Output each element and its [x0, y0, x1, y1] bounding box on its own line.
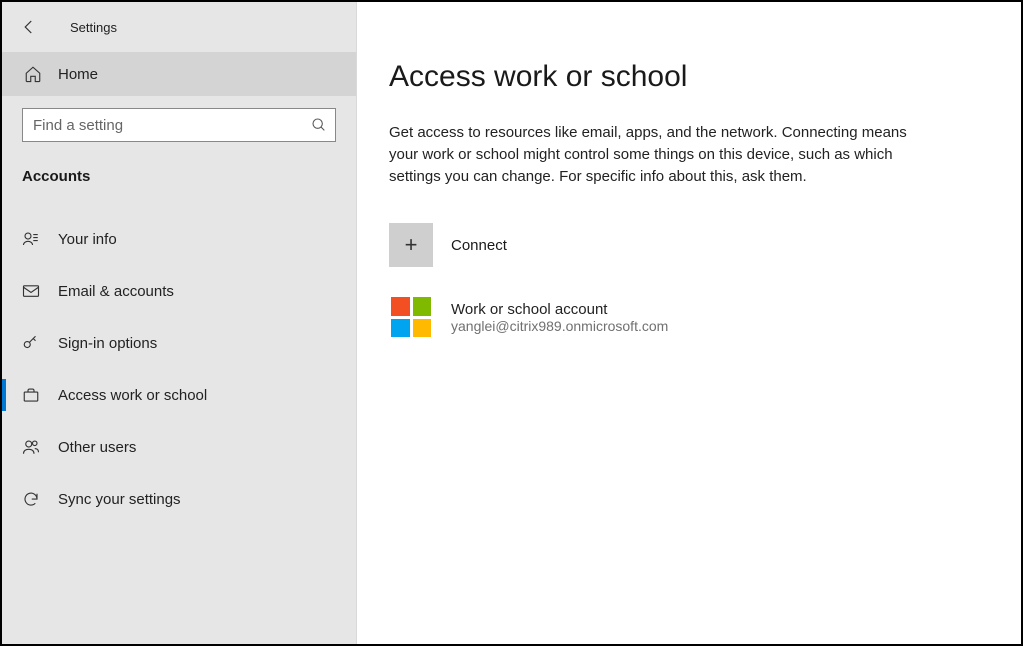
sidebar: Settings Home Accounts Your info Email &… — [2, 2, 357, 644]
sidebar-item-sign-in-options[interactable]: Sign-in options — [2, 319, 356, 367]
category-label: Accounts — [2, 150, 356, 195]
users-icon — [22, 438, 58, 456]
search-box[interactable] — [22, 108, 336, 142]
sidebar-item-email-accounts[interactable]: Email & accounts — [2, 267, 356, 315]
page-title: Access work or school — [389, 60, 981, 94]
home-icon — [24, 65, 58, 83]
sidebar-item-other-users[interactable]: Other users — [2, 423, 356, 471]
key-icon — [22, 334, 58, 352]
sidebar-item-label: Sync your settings — [58, 491, 181, 508]
nav-list: Your info Email & accounts Sign-in optio… — [2, 195, 356, 525]
sidebar-item-label: Email & accounts — [58, 283, 174, 300]
sidebar-item-access-work-school[interactable]: Access work or school — [2, 371, 356, 419]
briefcase-icon — [22, 386, 58, 404]
search-icon — [311, 117, 327, 133]
sidebar-item-label: Your info — [58, 231, 117, 248]
email-icon — [22, 282, 58, 300]
search-wrap — [2, 96, 356, 150]
back-arrow-icon — [20, 18, 38, 36]
account-email: yanglei@citrix989.onmicrosoft.com — [451, 318, 668, 334]
sidebar-item-sync-settings[interactable]: Sync your settings — [2, 475, 356, 523]
account-text: Work or school account yanglei@citrix989… — [451, 301, 668, 334]
home-label: Home — [58, 66, 98, 83]
account-title: Work or school account — [451, 301, 668, 318]
connect-button[interactable]: + Connect — [389, 223, 981, 267]
window-title: Settings — [70, 20, 117, 35]
back-button[interactable] — [20, 18, 60, 36]
search-input[interactable] — [33, 117, 311, 134]
sidebar-item-label: Access work or school — [58, 387, 207, 404]
titlebar: Settings — [2, 2, 356, 52]
sidebar-item-label: Other users — [58, 439, 136, 456]
plus-icon: + — [389, 223, 433, 267]
main-content: Access work or school Get access to reso… — [357, 2, 1021, 644]
account-item[interactable]: Work or school account yanglei@citrix989… — [389, 295, 981, 339]
microsoft-logo-icon — [389, 295, 433, 339]
sidebar-item-label: Sign-in options — [58, 335, 157, 352]
page-description: Get access to resources like email, apps… — [389, 122, 909, 187]
home-button[interactable]: Home — [2, 52, 356, 96]
sync-icon — [22, 490, 58, 508]
connect-label: Connect — [451, 237, 507, 254]
your-info-icon — [22, 230, 58, 248]
sidebar-item-your-info[interactable]: Your info — [2, 215, 356, 263]
